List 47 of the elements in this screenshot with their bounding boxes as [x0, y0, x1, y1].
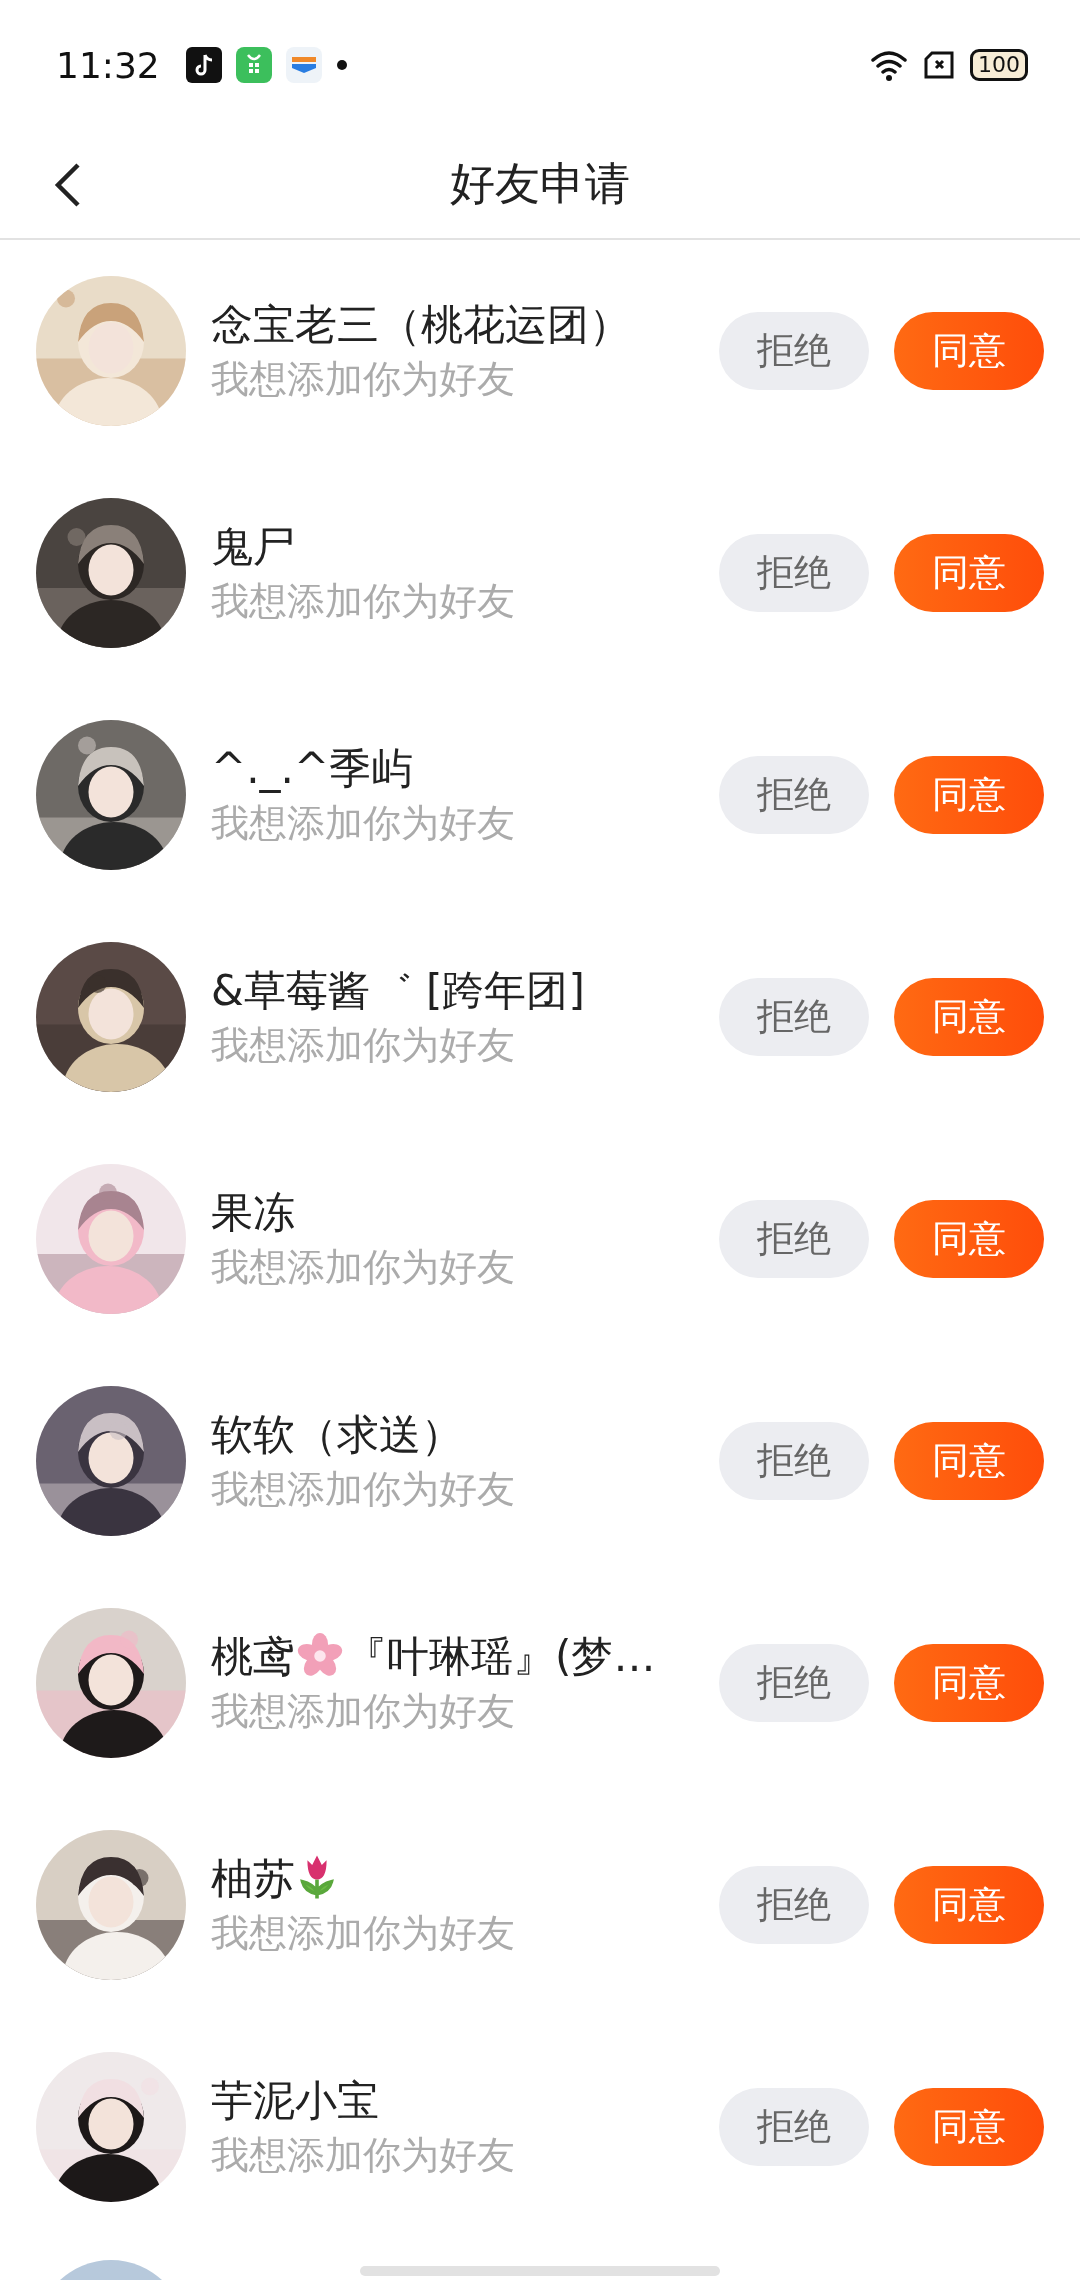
requester-name: &草莓酱゛ [跨年团]	[211, 965, 586, 1017]
request-message: 我想添加你为好友	[211, 2132, 516, 2179]
reject-button[interactable]: 拒绝	[719, 756, 869, 834]
accept-button[interactable]: 同意	[894, 2088, 1044, 2166]
accept-button[interactable]: 同意	[894, 312, 1044, 390]
reject-button[interactable]: 拒绝	[719, 978, 869, 1056]
reject-button[interactable]: 拒绝	[719, 1422, 869, 1500]
accept-button[interactable]: 同意	[894, 1200, 1044, 1278]
page-title: 好友申请	[450, 156, 630, 212]
status-time: 11:32	[56, 44, 160, 86]
request-message: 我想添加你为好友	[211, 1466, 516, 1513]
request-message: 我想添加你为好友	[211, 1688, 516, 1735]
tulip-icon	[299, 1853, 335, 1901]
request-message: 我想添加你为好友	[211, 1910, 516, 1957]
reject-button[interactable]: 拒绝	[719, 1200, 869, 1278]
reject-button[interactable]: 拒绝	[719, 1644, 869, 1722]
reject-button[interactable]: 拒绝	[719, 1866, 869, 1944]
wifi-icon	[870, 48, 910, 82]
sim-card-icon	[924, 51, 956, 79]
dot-icon	[335, 59, 348, 71]
accept-button[interactable]: 同意	[894, 978, 1044, 1056]
wallet-app-icon	[285, 47, 322, 83]
requester-name: 鬼尸	[211, 521, 296, 573]
reject-button[interactable]: 拒绝	[719, 312, 869, 390]
accept-button[interactable]: 同意	[894, 1866, 1044, 1944]
accept-button[interactable]: 同意	[894, 1422, 1044, 1500]
accept-button[interactable]: 同意	[894, 756, 1044, 834]
request-message: 我想添加你为好友	[211, 1022, 516, 1069]
reject-button[interactable]: 拒绝	[719, 2088, 869, 2166]
requester-name: ^._.^季屿	[211, 743, 415, 795]
requester-name: 柚苏	[211, 1853, 719, 1905]
reject-button[interactable]: 拒绝	[719, 534, 869, 612]
requester-name: 念宝老三（桃花运团）	[211, 299, 632, 351]
request-message: 我想添加你为好友	[211, 800, 516, 847]
accept-button[interactable]: 同意	[894, 534, 1044, 612]
requester-name: 桃鸢 『叶琳瑶』(梦…	[211, 1631, 657, 1683]
request-message: 我想添加你为好友	[211, 578, 516, 625]
battery-level: 100	[970, 49, 1028, 81]
requester-name: 果冻	[211, 1187, 296, 1239]
request-message: 我想添加你为好友	[211, 356, 516, 403]
music-note-app-icon	[185, 47, 222, 83]
cherry-blossom-icon	[297, 1633, 343, 1679]
requester-name: 软软（求送）	[211, 1409, 464, 1461]
request-message: 我想添加你为好友	[211, 1244, 516, 1291]
requester-name: 芋泥小宝	[211, 2075, 380, 2127]
accept-button[interactable]: 同意	[894, 1644, 1044, 1722]
shopping-bag-app-icon	[235, 47, 272, 83]
